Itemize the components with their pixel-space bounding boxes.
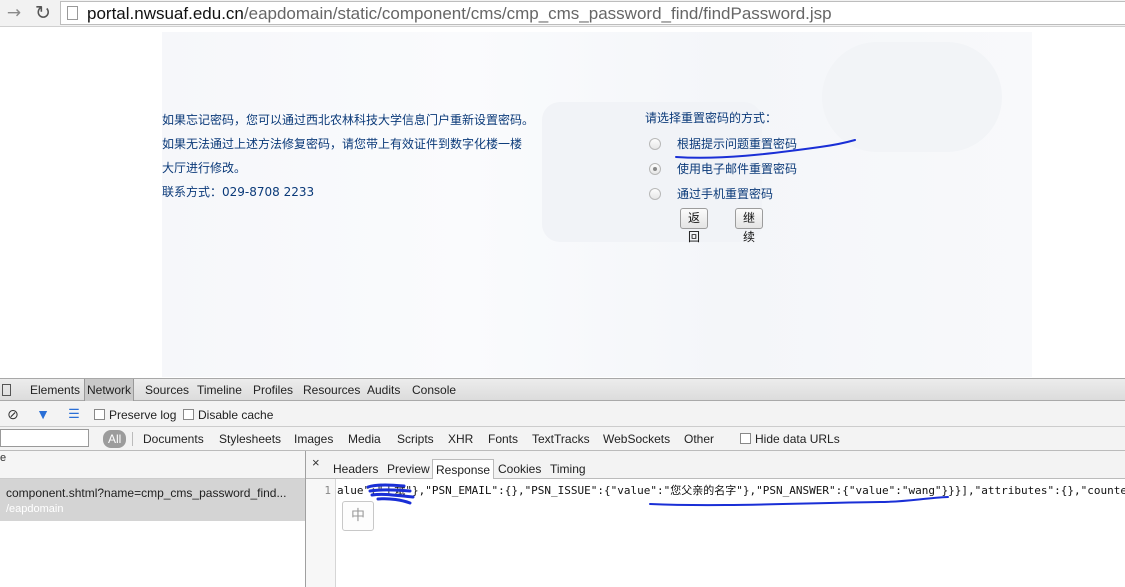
checkbox-box[interactable]: [94, 409, 105, 421]
option-label: 根据提示问题重置密码: [677, 137, 798, 151]
line-number: 1: [324, 484, 331, 497]
option-label: 通过手机重置密码: [677, 187, 774, 201]
filter-icon[interactable]: ▼: [35, 406, 51, 422]
banner-decoration: [822, 42, 1002, 152]
tab-timing[interactable]: Timing: [547, 459, 589, 479]
resource-type-filter: All Documents Stylesheets Images Media S…: [0, 427, 1125, 451]
tab-resources[interactable]: Resources: [303, 379, 360, 401]
type-stylesheets[interactable]: Stylesheets: [219, 430, 281, 448]
tab-sources[interactable]: Sources: [145, 379, 189, 401]
request-name: component.shtml?name=cmp_cms_password_fi…: [6, 486, 287, 500]
tab-profiles[interactable]: Profiles: [253, 379, 293, 401]
page-content: 如果忘记密码，您可以通过西北农林科技大学信息门户重新设置密码。 如果无法通过上述…: [0, 28, 1125, 378]
filter-input[interactable]: [0, 429, 89, 447]
type-media[interactable]: Media: [348, 430, 381, 448]
radio-button[interactable]: [649, 187, 661, 200]
options-title: 请选择重置密码的方式：: [645, 111, 778, 125]
type-images[interactable]: Images: [294, 430, 333, 448]
devtools-tabbar: Elements Network Sources Timeline Profil…: [0, 379, 1125, 401]
type-xhr[interactable]: XHR: [448, 430, 473, 448]
browser-toolbar: → ↻ portal.nwsuaf.edu.cn/eapdomain/stati…: [0, 0, 1125, 27]
divider: [132, 432, 133, 446]
tab-headers[interactable]: Headers: [330, 459, 381, 479]
option-label: 使用电子邮件重置密码: [677, 162, 798, 176]
tab-response[interactable]: Response: [432, 459, 495, 479]
request-list: e component.shtml?name=cmp_cms_password_…: [0, 451, 306, 587]
name-column-header[interactable]: e: [0, 451, 305, 479]
type-all[interactable]: All: [103, 430, 127, 448]
checkbox-label: Preserve log: [109, 408, 177, 422]
type-scripts[interactable]: Scripts: [397, 430, 434, 448]
reload-icon[interactable]: ↻: [32, 2, 54, 24]
response-body[interactable]: alue":"王斌"},"PSN_EMAIL":{},"PSN_ISSUE":{…: [337, 484, 1125, 502]
request-detail: × Headers Preview Response Cookies Timin…: [306, 451, 1125, 587]
checkbox-box[interactable]: [183, 409, 194, 421]
back-button[interactable]: 返回: [680, 208, 709, 244]
checkbox-box[interactable]: [740, 433, 751, 445]
type-websockets[interactable]: WebSockets: [603, 430, 670, 448]
option-question-reset[interactable]: 根据提示问题重置密码: [649, 134, 797, 154]
radio-button[interactable]: [649, 137, 661, 150]
address-bar[interactable]: portal.nwsuaf.edu.cn/eapdomain/static/co…: [60, 1, 1125, 25]
tab-preview[interactable]: Preview: [384, 459, 433, 479]
hide-data-urls-checkbox[interactable]: Hide data URLs: [740, 432, 840, 446]
banner-background: [162, 32, 1032, 377]
tab-audits[interactable]: Audits: [367, 379, 400, 401]
checkbox-label: Disable cache: [198, 408, 274, 422]
detail-tabbar: × Headers Preview Response Cookies Timin…: [306, 451, 1125, 479]
type-fonts[interactable]: Fonts: [488, 430, 518, 448]
tab-console[interactable]: Console: [412, 379, 456, 401]
radio-button[interactable]: [649, 162, 661, 175]
tab-timeline[interactable]: Timeline: [197, 379, 242, 401]
close-icon[interactable]: ×: [312, 455, 320, 470]
contact-line: 联系方式：029-8708 2233: [162, 185, 315, 199]
line-gutter: 1: [306, 479, 336, 587]
info-line: 大厅进行修改。: [162, 161, 247, 175]
request-path: /eapdomain: [6, 503, 64, 515]
tab-network[interactable]: Network: [84, 379, 135, 401]
list-view-icon[interactable]: ☰: [66, 406, 82, 422]
devtools-panel: Elements Network Sources Timeline Profil…: [0, 378, 1125, 587]
ime-indicator: 中: [342, 501, 374, 531]
option-email-reset[interactable]: 使用电子邮件重置密码: [649, 159, 797, 179]
tab-cookies[interactable]: Cookies: [495, 459, 544, 479]
url-text[interactable]: portal.nwsuaf.edu.cn/eapdomain/static/co…: [87, 3, 832, 25]
help-text: 如果忘记密码，您可以通过西北农林科技大学信息门户重新设置密码。 如果无法通过上述…: [162, 108, 534, 204]
network-toolbar: ⊘ ▼ ☰ Preserve log Disable cache: [0, 401, 1125, 427]
type-documents[interactable]: Documents: [143, 430, 204, 448]
column-header-label: e: [0, 452, 7, 464]
type-other[interactable]: Other: [684, 430, 714, 448]
continue-button[interactable]: 继续: [735, 208, 764, 244]
preserve-log-checkbox[interactable]: Preserve log: [94, 408, 176, 422]
checkbox-label: Hide data URLs: [755, 432, 840, 446]
forward-arrow-icon[interactable]: →: [3, 2, 25, 24]
tab-elements[interactable]: Elements: [30, 379, 80, 401]
disable-cache-checkbox[interactable]: Disable cache: [183, 408, 273, 422]
type-texttracks[interactable]: TextTracks: [532, 430, 590, 448]
dock-icon[interactable]: [2, 384, 11, 396]
info-line: 如果无法通过上述方法修复密码，请您带上有效证件到数字化楼一楼: [162, 137, 523, 151]
page-icon: [67, 6, 78, 20]
clear-icon[interactable]: ⊘: [5, 406, 21, 422]
request-row[interactable]: component.shtml?name=cmp_cms_password_fi…: [0, 479, 305, 521]
info-line: 如果忘记密码，您可以通过西北农林科技大学信息门户重新设置密码。: [162, 113, 535, 127]
option-phone-reset[interactable]: 通过手机重置密码: [649, 184, 773, 204]
